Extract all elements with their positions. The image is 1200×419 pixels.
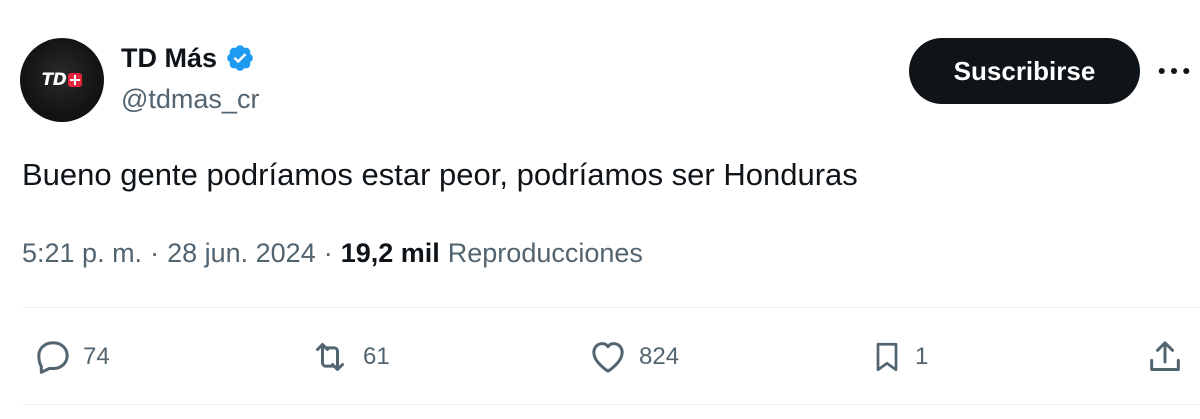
meta-separator: · (150, 238, 160, 268)
reply-icon (37, 341, 69, 374)
meta-separator: · (323, 238, 333, 268)
bookmark-button[interactable]: 1 (869, 335, 928, 379)
reply-count: 74 (83, 343, 110, 370)
divider (22, 404, 1200, 405)
avatar-logo: TD (42, 70, 83, 90)
tweet-time[interactable]: 5:21 p. m. (22, 235, 142, 271)
tweet-card: TD TD Más @tdmas_cr Suscribirse Bueno ge… (0, 0, 1200, 419)
avatar-logo-text: TD (41, 70, 67, 90)
avatar[interactable]: TD (20, 38, 104, 122)
tweet-text: Bueno gente podríamos estar peor, podría… (22, 157, 858, 192)
author-display-name[interactable]: TD Más (121, 40, 217, 76)
heart-icon (592, 342, 624, 373)
bookmark-icon (876, 342, 898, 372)
like-count: 824 (639, 343, 680, 370)
tweet-date[interactable]: 28 jun. 2024 (167, 235, 316, 271)
retweet-button[interactable]: 61 (307, 335, 390, 379)
verified-badge-icon[interactable] (225, 43, 255, 73)
plus-icon (68, 73, 83, 87)
reply-button[interactable]: 74 (33, 335, 110, 379)
author-name-row: TD Más (121, 40, 255, 76)
retweet-count: 61 (363, 343, 390, 370)
share-icon (1150, 341, 1180, 371)
bookmark-count: 1 (915, 343, 929, 370)
retweet-icon (316, 343, 344, 371)
views-label: Reproducciones (447, 238, 643, 268)
more-horizontal-icon[interactable] (1156, 58, 1192, 84)
divider (22, 307, 1200, 308)
views-count: 19,2 mil (340, 238, 440, 268)
subscribe-button[interactable]: Suscribirse (909, 38, 1140, 104)
share-button[interactable] (1145, 335, 1185, 379)
author-handle[interactable]: @tdmas_cr (121, 82, 259, 116)
tweet-meta: 5:21 p. m. · 28 jun. 2024 · 19,2 mil Rep… (22, 235, 643, 271)
like-button[interactable]: 824 (587, 335, 679, 379)
